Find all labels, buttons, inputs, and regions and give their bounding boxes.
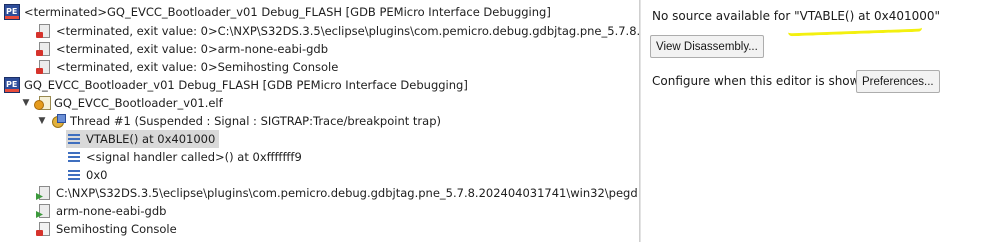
running-process-icon — [36, 185, 52, 201]
debug-target-icon — [34, 95, 51, 111]
debug-view-tree[interactable]: <terminated>GQ_EVCC_Bootloader_v01 Debug… — [0, 0, 639, 242]
view-disassembly-button[interactable]: View Disassembly... — [650, 35, 764, 58]
tree-item-thread[interactable]: ▼ Thread #1 (Suspended : Signal : SIGTRA… — [36, 112, 441, 130]
tree-item-terminated-gdb[interactable]: <terminated, exit value: 0>arm-none-eabi… — [36, 40, 328, 58]
tree-item-label: GQ_EVCC_Bootloader_v01.elf — [54, 96, 223, 110]
tree-item-frame-signal-handler[interactable]: <signal handler called>() at 0xfffffff9 — [66, 148, 302, 166]
tree-item-label: C:\NXP\S32DS.3.5\eclipse\plugins\com.pem… — [56, 186, 638, 200]
stack-frame-icon — [66, 131, 82, 147]
no-source-message: No source available for "VTABLE() at 0x4… — [652, 9, 941, 23]
launch-config-icon — [4, 77, 20, 93]
tree-item-label: <terminated>GQ_EVCC_Bootloader_v01 Debug… — [24, 5, 551, 19]
tree-item-terminated-semihosting[interactable]: <terminated, exit value: 0>Semihosting C… — [36, 58, 338, 76]
tree-item-terminated-launch[interactable]: <terminated>GQ_EVCC_Bootloader_v01 Debug… — [4, 3, 551, 21]
tree-item-label: <terminated, exit value: 0>C:\NXP\S32DS.… — [56, 24, 639, 38]
tree-item-label: VTABLE() at 0x401000 — [86, 132, 216, 146]
stack-frame-icon — [66, 167, 82, 183]
tree-item-label: Thread #1 (Suspended : Signal : SIGTRAP:… — [70, 114, 441, 128]
chevron-down-icon[interactable]: ▼ — [36, 112, 48, 130]
tree-item-label: arm-none-eabi-gdb — [56, 204, 167, 218]
stack-frame-icon — [66, 149, 82, 165]
tree-item-frame-0x0[interactable]: 0x0 — [66, 166, 107, 184]
thread-icon — [50, 113, 66, 129]
running-process-icon — [36, 203, 52, 219]
tree-item-label: 0x0 — [86, 168, 108, 182]
tree-item-label: GQ_EVCC_Bootloader_v01 Debug_FLASH [GDB … — [24, 78, 468, 92]
tree-item-label: <signal handler called>() at 0xfffffff9 — [86, 150, 302, 164]
terminated-process-icon — [36, 59, 52, 75]
preferences-button[interactable]: Preferences... — [856, 70, 940, 93]
configure-editor-text: Configure when this editor is shown — [652, 74, 868, 88]
tree-item-label: <terminated, exit value: 0>Semihosting C… — [56, 60, 339, 74]
tree-item-pegdb-process[interactable]: C:\NXP\S32DS.3.5\eclipse\plugins\com.pem… — [36, 184, 638, 202]
tree-item-semihosting-console[interactable]: Semihosting Console — [36, 220, 177, 238]
tree-item-terminated-pegdb[interactable]: <terminated, exit value: 0>C:\NXP\S32DS.… — [36, 22, 639, 40]
launch-config-icon — [4, 4, 20, 20]
terminated-process-icon — [36, 41, 52, 57]
tree-item-gdb-process[interactable]: arm-none-eabi-gdb — [36, 202, 166, 220]
tree-item-active-launch[interactable]: GQ_EVCC_Bootloader_v01 Debug_FLASH [GDB … — [4, 76, 468, 94]
annotation-underline — [787, 23, 923, 37]
tree-item-label: Semihosting Console — [56, 222, 177, 236]
tree-item-frame-vtable[interactable]: VTABLE() at 0x401000 — [66, 130, 220, 148]
chevron-down-icon[interactable]: ▼ — [20, 94, 32, 112]
terminated-process-icon — [36, 23, 52, 39]
no-source-editor: No source available for "VTABLE() at 0x4… — [641, 0, 997, 242]
console-process-icon — [36, 221, 52, 237]
tree-item-label: <terminated, exit value: 0>arm-none-eabi… — [56, 42, 329, 56]
tree-item-elf[interactable]: ▼ GQ_EVCC_Bootloader_v01.elf — [20, 94, 223, 112]
